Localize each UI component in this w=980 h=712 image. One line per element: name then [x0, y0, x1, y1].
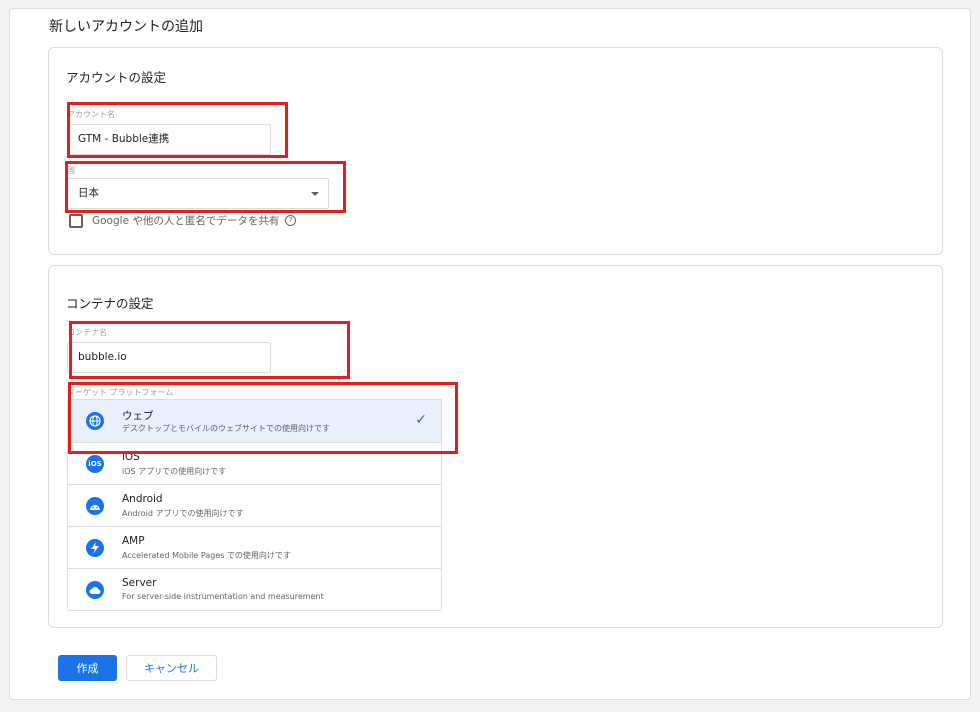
platform-desc: デスクトップとモバイルのウェブサイトでの使用向けです [122, 424, 330, 433]
platform-option-server[interactable]: Server For server-side instrumentation a… [68, 568, 441, 610]
platform-option-android[interactable]: Android Android アプリでの使用向けです [68, 484, 441, 526]
platform-option-ios[interactable]: iOS iOS iOS アプリでの使用向けです [68, 442, 441, 484]
platform-desc: For server-side instrumentation and meas… [122, 592, 324, 601]
country-label: 国 [67, 166, 75, 175]
country-select-value: 日本 [78, 187, 99, 199]
account-settings-section: アカウントの設定 アカウント名 GTM - Bubble連携 国 日本 Goog… [48, 47, 943, 255]
platform-name: Android [122, 493, 163, 505]
lightning-icon [86, 539, 104, 557]
platform-name: ウェブ [122, 410, 154, 422]
container-settings-section: コンテナの設定 コンテナ名 bubble.io ターゲット プラットフォーム ウ… [48, 265, 943, 628]
account-settings-title: アカウントの設定 [66, 70, 167, 85]
account-name-input[interactable]: GTM - Bubble連携 [67, 124, 271, 155]
platform-list: ウェブ デスクトップとモバイルのウェブサイトでの使用向けです ✓ iOS iOS… [67, 399, 442, 611]
platform-name: Server [122, 577, 157, 589]
dropdown-caret-icon [311, 192, 319, 196]
cloud-icon [86, 581, 104, 599]
globe-icon [86, 412, 104, 430]
share-data-row: Google や他の人と匿名でデータを共有 ? [69, 213, 297, 228]
platform-option-web[interactable]: ウェブ デスクトップとモバイルのウェブサイトでの使用向けです ✓ [68, 400, 441, 442]
cancel-button[interactable]: キャンセル [126, 655, 217, 681]
ios-icon: iOS [86, 455, 104, 473]
create-button[interactable]: 作成 [58, 655, 117, 681]
platform-name: AMP [122, 535, 145, 547]
platform-desc: Accelerated Mobile Pages での使用向けです [122, 551, 291, 560]
container-name-input[interactable]: bubble.io [67, 342, 271, 373]
account-name-label: アカウント名 [67, 110, 115, 119]
share-data-label: Google や他の人と匿名でデータを共有 [92, 215, 280, 227]
platform-option-amp[interactable]: AMP Accelerated Mobile Pages での使用向けです [68, 526, 441, 568]
platform-desc: Android アプリでの使用向けです [122, 509, 244, 518]
help-icon[interactable]: ? [285, 215, 297, 226]
platform-name: iOS [122, 451, 140, 463]
platform-desc: iOS アプリでの使用向けです [122, 467, 227, 476]
android-icon [86, 497, 104, 515]
platform-label: ターゲット プラットフォーム [67, 388, 174, 397]
share-data-checkbox[interactable] [69, 213, 83, 228]
page-title: 新しいアカウントの追加 [49, 19, 203, 35]
check-icon: ✓ [415, 412, 427, 428]
country-select[interactable]: 日本 [67, 178, 329, 209]
container-settings-title: コンテナの設定 [66, 296, 154, 311]
container-name-label: コンテナ名 [67, 328, 107, 337]
